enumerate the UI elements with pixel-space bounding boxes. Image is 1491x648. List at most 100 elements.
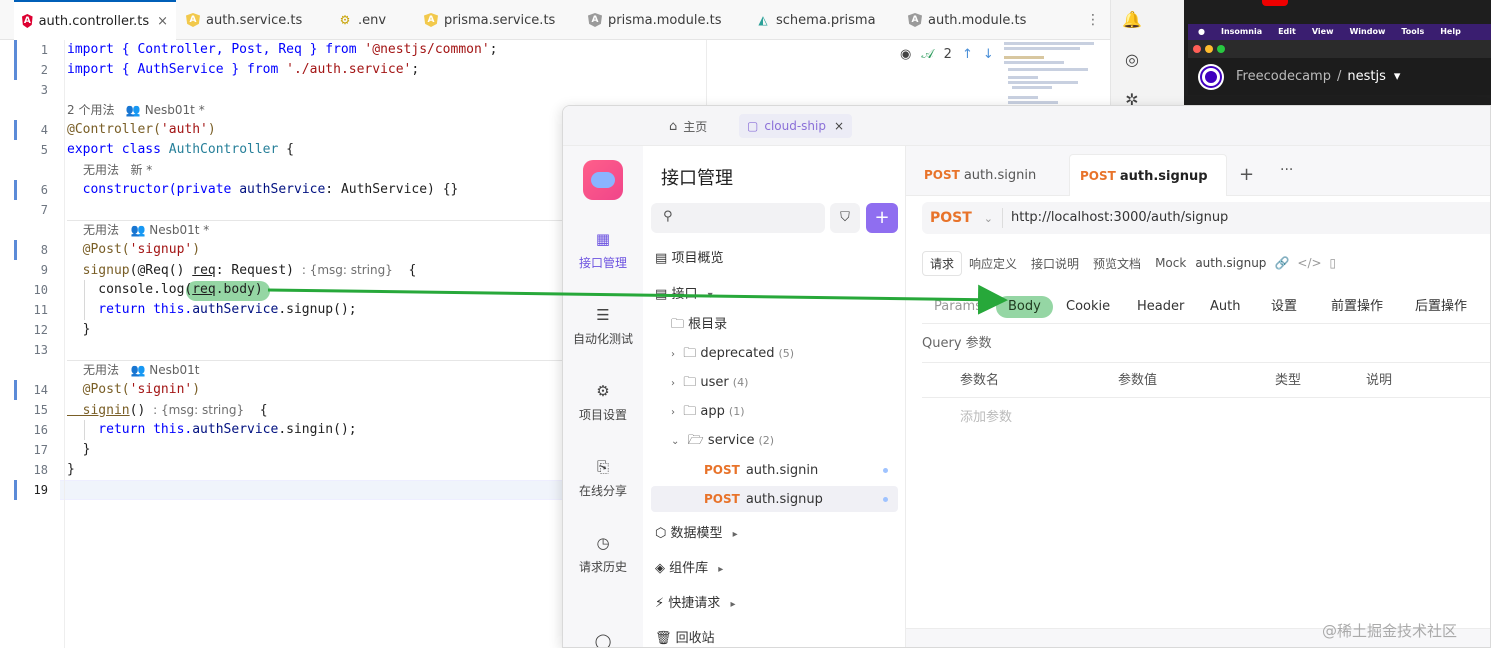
codelens[interactable]: 2 个用法 👥 Nesb01t * (67, 100, 205, 120)
layout-icon[interactable]: ▯ (1330, 256, 1337, 270)
close-icon[interactable]: × (157, 14, 168, 29)
tree-item-trash[interactable]: 🗑 回收站 (643, 626, 898, 647)
chevron-down-icon[interactable]: ▾ (1394, 69, 1401, 84)
nav-online-share[interactable]: ⎘ 在线分享 (563, 458, 643, 499)
tree-item-overview[interactable]: ▤ 项目概览 (643, 246, 898, 272)
code-line-4[interactable]: @Controller('auth') (67, 120, 216, 140)
maximize-window-button[interactable] (1217, 45, 1225, 53)
nav-request-history[interactable]: ◷ 请求历史 (563, 534, 643, 575)
menu-item[interactable]: View (1312, 24, 1334, 40)
tree-item-signup[interactable]: POST auth.signup (651, 486, 898, 512)
inspection-icon[interactable]: 𝒜 (921, 47, 933, 62)
tree-item-models[interactable]: ⬡ 数据模型 ▸ (643, 521, 898, 547)
more-icon[interactable]: ··· (1280, 162, 1293, 178)
tab-prisma-module[interactable]: A prisma.module.ts (588, 0, 721, 40)
arrow-down-icon[interactable]: ↓ (983, 47, 994, 62)
tab-prisma-service[interactable]: A prisma.service.ts (424, 0, 555, 40)
tab-home[interactable]: ⌂ 主页 (669, 115, 707, 137)
add-button[interactable]: + (866, 203, 898, 233)
reader-mode-icon[interactable]: ◉ (900, 47, 911, 62)
code-line-6[interactable]: constructor(private authService: AuthSer… (67, 180, 459, 200)
minimap[interactable] (1000, 40, 1110, 106)
tab-request[interactable]: 请求 (922, 250, 963, 276)
tab-cookie[interactable]: Cookie (1066, 290, 1110, 324)
tab-header[interactable]: Header (1137, 290, 1184, 324)
column-header: 类型 (1275, 373, 1302, 388)
codelens[interactable]: 无用法 新 * (83, 160, 152, 180)
request-tab-signin[interactable]: POST auth.signin (914, 154, 1046, 196)
menu-item[interactable]: Insomnia (1221, 24, 1262, 40)
code-line-11[interactable]: return this.authService.signup(); (67, 300, 356, 320)
code-line-8[interactable]: @Post('signup') (67, 240, 200, 260)
codelens[interactable]: 无用法 👥 Nesb01t * (83, 220, 209, 240)
search-input[interactable]: ⚲ (651, 203, 825, 233)
apple-icon[interactable]: ● (1198, 24, 1205, 40)
tab-preview-doc[interactable]: 预览文档 (1086, 252, 1148, 275)
tab-schema-prisma[interactable]: ◭ schema.prisma (756, 0, 875, 40)
tree-item-root[interactable]: 🗀 根目录 (643, 312, 898, 338)
tree-item-quick-request[interactable]: ⚡ 快捷请求 ▸ (643, 591, 898, 617)
tab-params[interactable]: Params (934, 290, 982, 324)
code-line-12[interactable]: } (67, 320, 91, 340)
tree-item-deprecated[interactable]: › 🗀 deprecated (5) (643, 341, 898, 367)
nav-automation-test[interactable]: ☰ 自动化测试 (563, 306, 643, 347)
folder-icon: 🗀 (683, 346, 697, 361)
method-select[interactable]: POST ⌄ (930, 202, 993, 234)
request-tab-signup[interactable]: POST auth.signup (1069, 154, 1227, 196)
org-name[interactable]: Freecodecamp (1236, 69, 1331, 84)
menu-item[interactable]: Help (1440, 24, 1461, 40)
code-line-1[interactable]: import { Controller, Post, Req } from '@… (67, 40, 497, 60)
tree-item-apis[interactable]: ▤ 接口 ▾ (643, 282, 898, 308)
tab-project[interactable]: ▢ cloud-ship × (739, 114, 853, 138)
tab-post-actions[interactable]: 后置操作 (1415, 290, 1467, 324)
tab-auth-controller[interactable]: A auth.controller.ts × (14, 0, 176, 40)
tab-response-definition[interactable]: 响应定义 (962, 252, 1024, 275)
code-line-10[interactable]: console.log(req.body) (67, 280, 262, 300)
link-icon[interactable]: 🔗 (1274, 256, 1289, 270)
menu-item[interactable]: Edit (1278, 24, 1296, 40)
arrow-up-icon[interactable]: ↑ (962, 47, 973, 62)
tab-api-description[interactable]: 接口说明 (1024, 252, 1086, 275)
copilot-icon[interactable]: ◎ (1122, 50, 1142, 70)
menu-item[interactable]: Tools (1401, 24, 1424, 40)
tree-item-user[interactable]: › 🗀 user (4) (643, 370, 898, 396)
tab-settings[interactable]: 设置 (1271, 290, 1297, 324)
codelens[interactable]: 无用法 👥 Nesb01t (83, 360, 199, 380)
nav-user[interactable]: ◯ (563, 632, 643, 647)
code-icon[interactable]: </> (1297, 256, 1321, 270)
nav-api-management[interactable]: ▦ 接口管理 (563, 230, 643, 271)
tab-auth-module[interactable]: A auth.module.ts (908, 0, 1026, 40)
code-line-2[interactable]: import { AuthService } from './auth.serv… (67, 60, 419, 80)
tab-auth[interactable]: Auth (1210, 290, 1240, 324)
tab-env[interactable]: ⚙ .env (338, 0, 386, 40)
nav-project-settings[interactable]: ⚙ 项目设置 (563, 382, 643, 423)
tab-mock[interactable]: Mock (1148, 253, 1193, 273)
code-line-17[interactable]: } (67, 440, 91, 460)
code-line-16[interactable]: return this.authService.singin(); (67, 420, 356, 440)
tab-label: auth.controller.ts (38, 13, 150, 29)
add-param-input[interactable]: 添加参数 (960, 406, 1012, 425)
tab-auth-service[interactable]: A auth.service.ts (186, 0, 302, 40)
tree-item-signin[interactable]: POST auth.signin (643, 457, 898, 483)
code-line-5[interactable]: export class AuthController { (67, 140, 294, 160)
project-name[interactable]: nestjs (1347, 69, 1386, 84)
code-line-9[interactable]: signup(@Req() req: Request) : {msg: stri… (67, 260, 417, 280)
tree-item-components[interactable]: ◈ 组件库 ▸ (643, 556, 898, 582)
code-line-14[interactable]: @Post('signin') (67, 380, 200, 400)
menu-item[interactable]: Window (1349, 24, 1385, 40)
url-input[interactable]: http://localhost:3000/auth/signup (1011, 202, 1228, 234)
tree-item-app[interactable]: › 🗀 app (1) (643, 399, 898, 425)
close-icon[interactable]: × (834, 119, 844, 133)
close-window-button[interactable] (1193, 45, 1201, 53)
minimize-window-button[interactable] (1205, 45, 1213, 53)
tab-body[interactable]: Body (996, 296, 1053, 318)
code-line-15[interactable]: signin() : {msg: string} { (67, 400, 268, 420)
tab-pre-actions[interactable]: 前置操作 (1331, 290, 1383, 324)
add-tab-icon[interactable]: + (1239, 164, 1254, 185)
filter-button[interactable]: ⛉ (830, 203, 860, 233)
line-number: 8 (40, 243, 48, 257)
more-tabs-icon[interactable]: ⋮ (1086, 12, 1100, 28)
notifications-icon[interactable]: 🔔 (1122, 10, 1142, 30)
code-line-18[interactable]: } (67, 460, 75, 480)
tree-item-service[interactable]: ⌄ 🗁 service (2) (643, 428, 898, 454)
